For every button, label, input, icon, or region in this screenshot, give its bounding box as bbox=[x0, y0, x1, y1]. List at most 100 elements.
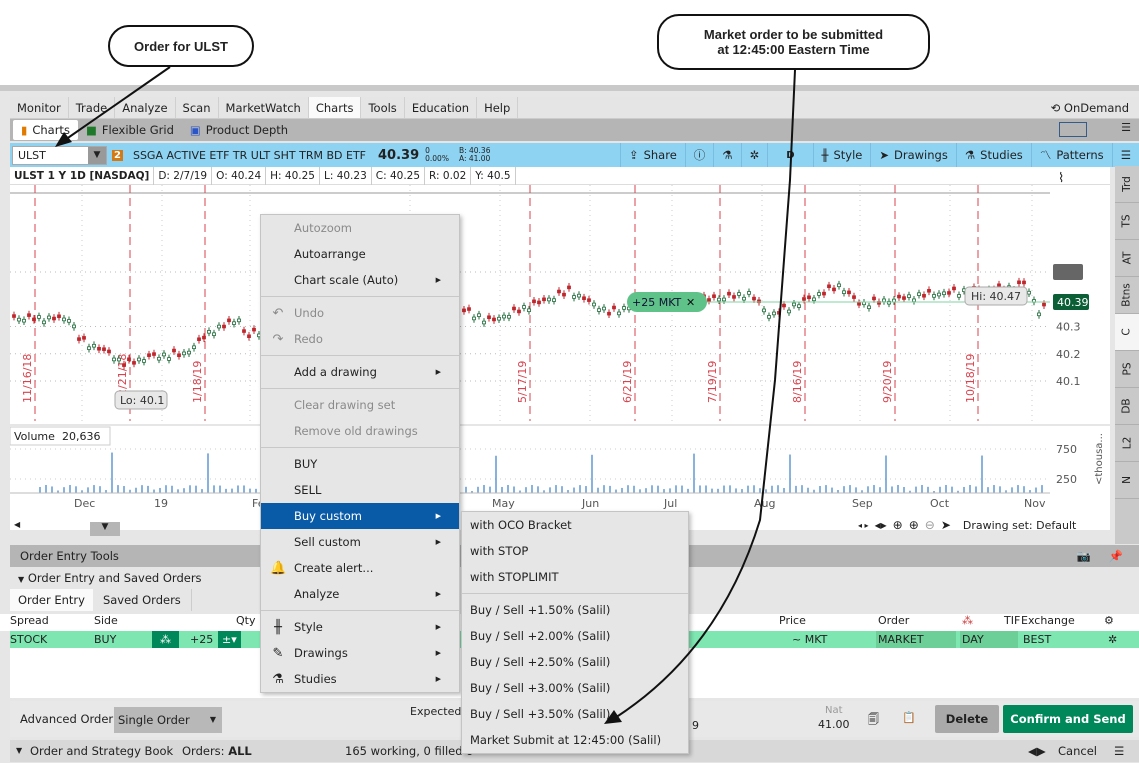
submenu-item-market-submit-at-12-45-00-salil[interactable]: Market Submit at 12:45:00 (Salil) bbox=[462, 727, 688, 753]
chart-scroll-left[interactable]: ◀ bbox=[14, 520, 20, 529]
subtab-charts[interactable]: ▮ Charts bbox=[13, 120, 78, 140]
side-tab-at[interactable]: AT bbox=[1115, 240, 1139, 277]
context-item-create-alert[interactable]: 🔔 Create alert... bbox=[261, 555, 459, 581]
row-tif[interactable]: DAY bbox=[960, 631, 1018, 648]
menu-scan[interactable]: Scan bbox=[176, 97, 219, 118]
share-group-icon[interactable]: ⁂ bbox=[152, 631, 179, 648]
side-tab-n[interactable]: N bbox=[1115, 462, 1139, 499]
context-item-remove-old-drawings[interactable]: Remove old drawings bbox=[261, 418, 459, 444]
submenu-item-buy-sell-1-50-salil[interactable]: Buy / Sell +1.50% (Salil) bbox=[462, 597, 688, 623]
symbol-input[interactable]: ULST ▼ bbox=[12, 145, 107, 165]
scroll-arrows-icon[interactable]: ◂ ▸ bbox=[858, 521, 869, 530]
aggregation-button[interactable]: D bbox=[767, 143, 812, 167]
pointer-icon[interactable]: ➤ bbox=[941, 518, 951, 532]
submenu-item-buy-sell-2-00-salil[interactable]: Buy / Sell +2.00% (Salil) bbox=[462, 623, 688, 649]
menu-analyze[interactable]: Analyze bbox=[115, 97, 176, 118]
row-exchange[interactable]: BEST bbox=[1023, 631, 1051, 648]
split-icon[interactable]: ◀▶ bbox=[1028, 740, 1046, 762]
paste-order-icon[interactable]: 📋 bbox=[902, 711, 916, 724]
context-item-autoarrange[interactable]: Autoarrange bbox=[261, 241, 459, 267]
chart-settings-button[interactable]: ✲ bbox=[740, 143, 768, 167]
drawing-set-selector[interactable]: Drawing set: Default bbox=[963, 519, 1076, 532]
company-profile-button[interactable]: ⓘ bbox=[684, 143, 714, 167]
chevron-down-icon[interactable]: ▼ bbox=[16, 740, 22, 762]
row-qty[interactable]: +25 bbox=[190, 631, 213, 648]
context-item-studies[interactable]: ⚗ Studies ▶ bbox=[261, 666, 459, 692]
menu-help[interactable]: Help bbox=[477, 97, 519, 118]
row-settings-icon[interactable]: ✲ bbox=[1108, 631, 1117, 648]
pin-icon[interactable]: 📌 bbox=[1109, 545, 1123, 567]
patterns-button[interactable]: 〽 Patterns bbox=[1030, 143, 1112, 167]
zoom-in-icon[interactable]: ⊕ bbox=[909, 518, 919, 532]
context-item-undo[interactable]: ↶ Undo bbox=[261, 300, 459, 326]
side-tab-ts[interactable]: TS bbox=[1115, 203, 1139, 240]
context-item-add-a-drawing[interactable]: Add a drawing ▶ bbox=[261, 359, 459, 385]
submenu-item-buy-sell-3-50-salil[interactable]: Buy / Sell +3.50% (Salil) bbox=[462, 701, 688, 727]
qty-stepper[interactable]: ±▾ bbox=[218, 631, 241, 648]
symbol-dropdown-icon[interactable]: ▼ bbox=[88, 146, 106, 164]
tab-order-entry[interactable]: Order Entry bbox=[10, 589, 93, 611]
collapse-handle[interactable]: ▼ bbox=[90, 522, 120, 536]
copy-order-icon[interactable]: 🗐 bbox=[868, 711, 879, 730]
row-side[interactable]: BUY bbox=[94, 631, 116, 648]
context-item-clear-drawing-set[interactable]: Clear drawing set bbox=[261, 392, 459, 418]
study-toggle-icon[interactable]: ⌇ bbox=[1058, 171, 1064, 186]
subtab-product-depth[interactable]: ▣ Product Depth bbox=[182, 120, 296, 140]
context-item-buy-custom[interactable]: Buy custom ▶ bbox=[261, 503, 459, 529]
submenu-item-with-stoplimit[interactable]: with STOPLIMIT bbox=[462, 564, 688, 590]
row-price[interactable]: ~ MKT bbox=[792, 631, 827, 648]
side-tab-c[interactable]: C bbox=[1115, 314, 1139, 351]
menu-marketwatch[interactable]: MarketWatch bbox=[219, 97, 309, 118]
context-item-chart-scale-auto[interactable]: Chart scale (Auto) ▶ bbox=[261, 267, 459, 293]
side-tab-btns[interactable]: Btns bbox=[1115, 277, 1139, 314]
symbol-bar-menu-button[interactable]: ☰ bbox=[1111, 143, 1139, 167]
context-item-analyze[interactable]: Analyze ▶ bbox=[261, 581, 459, 607]
context-item-autozoom[interactable]: Autozoom bbox=[261, 215, 459, 241]
context-item-sell-custom[interactable]: Sell custom ▶ bbox=[261, 529, 459, 555]
menu-tools[interactable]: Tools bbox=[361, 97, 405, 118]
submenu-item-buy-sell-3-00-salil[interactable]: Buy / Sell +3.00% (Salil) bbox=[462, 675, 688, 701]
delete-button[interactable]: Delete bbox=[935, 705, 999, 733]
side-tab-ps[interactable]: PS bbox=[1115, 351, 1139, 388]
expand-icon[interactable]: ◂▸ bbox=[875, 518, 887, 532]
footer-menu-icon[interactable]: ☰ bbox=[1114, 740, 1124, 762]
confirm-and-send-button[interactable]: Confirm and Send bbox=[1003, 705, 1133, 733]
menu-charts[interactable]: Charts bbox=[308, 97, 362, 118]
share-button[interactable]: ⇪ Share bbox=[619, 143, 685, 167]
menu-trade[interactable]: Trade bbox=[69, 97, 116, 118]
link-group-badge[interactable]: 2 bbox=[112, 149, 123, 161]
submenu-item-with-stop[interactable]: with STOP bbox=[462, 538, 688, 564]
row-order-type[interactable]: MARKET bbox=[876, 631, 956, 648]
studies-button[interactable]: ⚗ Studies bbox=[955, 143, 1031, 167]
submenu-item-with-oco-bracket[interactable]: with OCO Bracket bbox=[462, 512, 688, 538]
order-strategy-book-title[interactable]: Order and Strategy Book bbox=[30, 740, 173, 762]
style-button[interactable]: ╫ Style bbox=[812, 143, 871, 167]
menu-education[interactable]: Education bbox=[405, 97, 478, 118]
studies-flask-button[interactable]: ⚗ bbox=[713, 143, 740, 167]
column-settings-icon[interactable]: ⚙ bbox=[1104, 614, 1114, 627]
advanced-order-select[interactable]: Single Order ▼ bbox=[114, 707, 222, 733]
context-item-redo[interactable]: ↷ Redo bbox=[261, 326, 459, 352]
subtab-flexible-grid[interactable]: ■ Flexible Grid bbox=[78, 120, 182, 140]
submenu-item-buy-sell-2-50-salil[interactable]: Buy / Sell +2.50% (Salil) bbox=[462, 649, 688, 675]
ondemand-button[interactable]: ⟲ OnDemand bbox=[1051, 97, 1129, 119]
drawings-button[interactable]: ➤ Drawings bbox=[870, 143, 955, 167]
menu-monitor[interactable]: Monitor bbox=[10, 97, 69, 118]
cancel-button[interactable]: Cancel bbox=[1058, 740, 1097, 762]
order-cancel-icon[interactable]: ✕ bbox=[686, 296, 695, 309]
row-spread[interactable]: STOCK bbox=[10, 631, 47, 648]
context-item-buy[interactable]: BUY bbox=[261, 451, 459, 477]
side-tab-l2[interactable]: L2 bbox=[1115, 425, 1139, 462]
camera-icon[interactable]: 📷 bbox=[1077, 545, 1091, 567]
context-item-sell[interactable]: SELL bbox=[261, 477, 459, 503]
context-item-style[interactable]: ╫ Style ▶ bbox=[261, 614, 459, 640]
side-tab-db[interactable]: DB bbox=[1115, 388, 1139, 425]
chart-canvas[interactable]: 40.540.340.240.111/16/1812/21/181/18/195… bbox=[9, 185, 1110, 530]
price-chart[interactable]: 40.540.340.240.111/16/1812/21/181/18/195… bbox=[9, 185, 1110, 530]
zoom-out-icon[interactable]: ⊖ bbox=[925, 518, 935, 532]
layout-box-button[interactable] bbox=[1059, 122, 1087, 137]
side-tab-trd[interactable]: Trd bbox=[1115, 166, 1139, 203]
context-item-drawings[interactable]: ✎ Drawings ▶ bbox=[261, 640, 459, 666]
crosshair-icon[interactable]: ⊕ bbox=[893, 518, 903, 532]
orders-filter[interactable]: Orders: ALL bbox=[182, 740, 252, 762]
